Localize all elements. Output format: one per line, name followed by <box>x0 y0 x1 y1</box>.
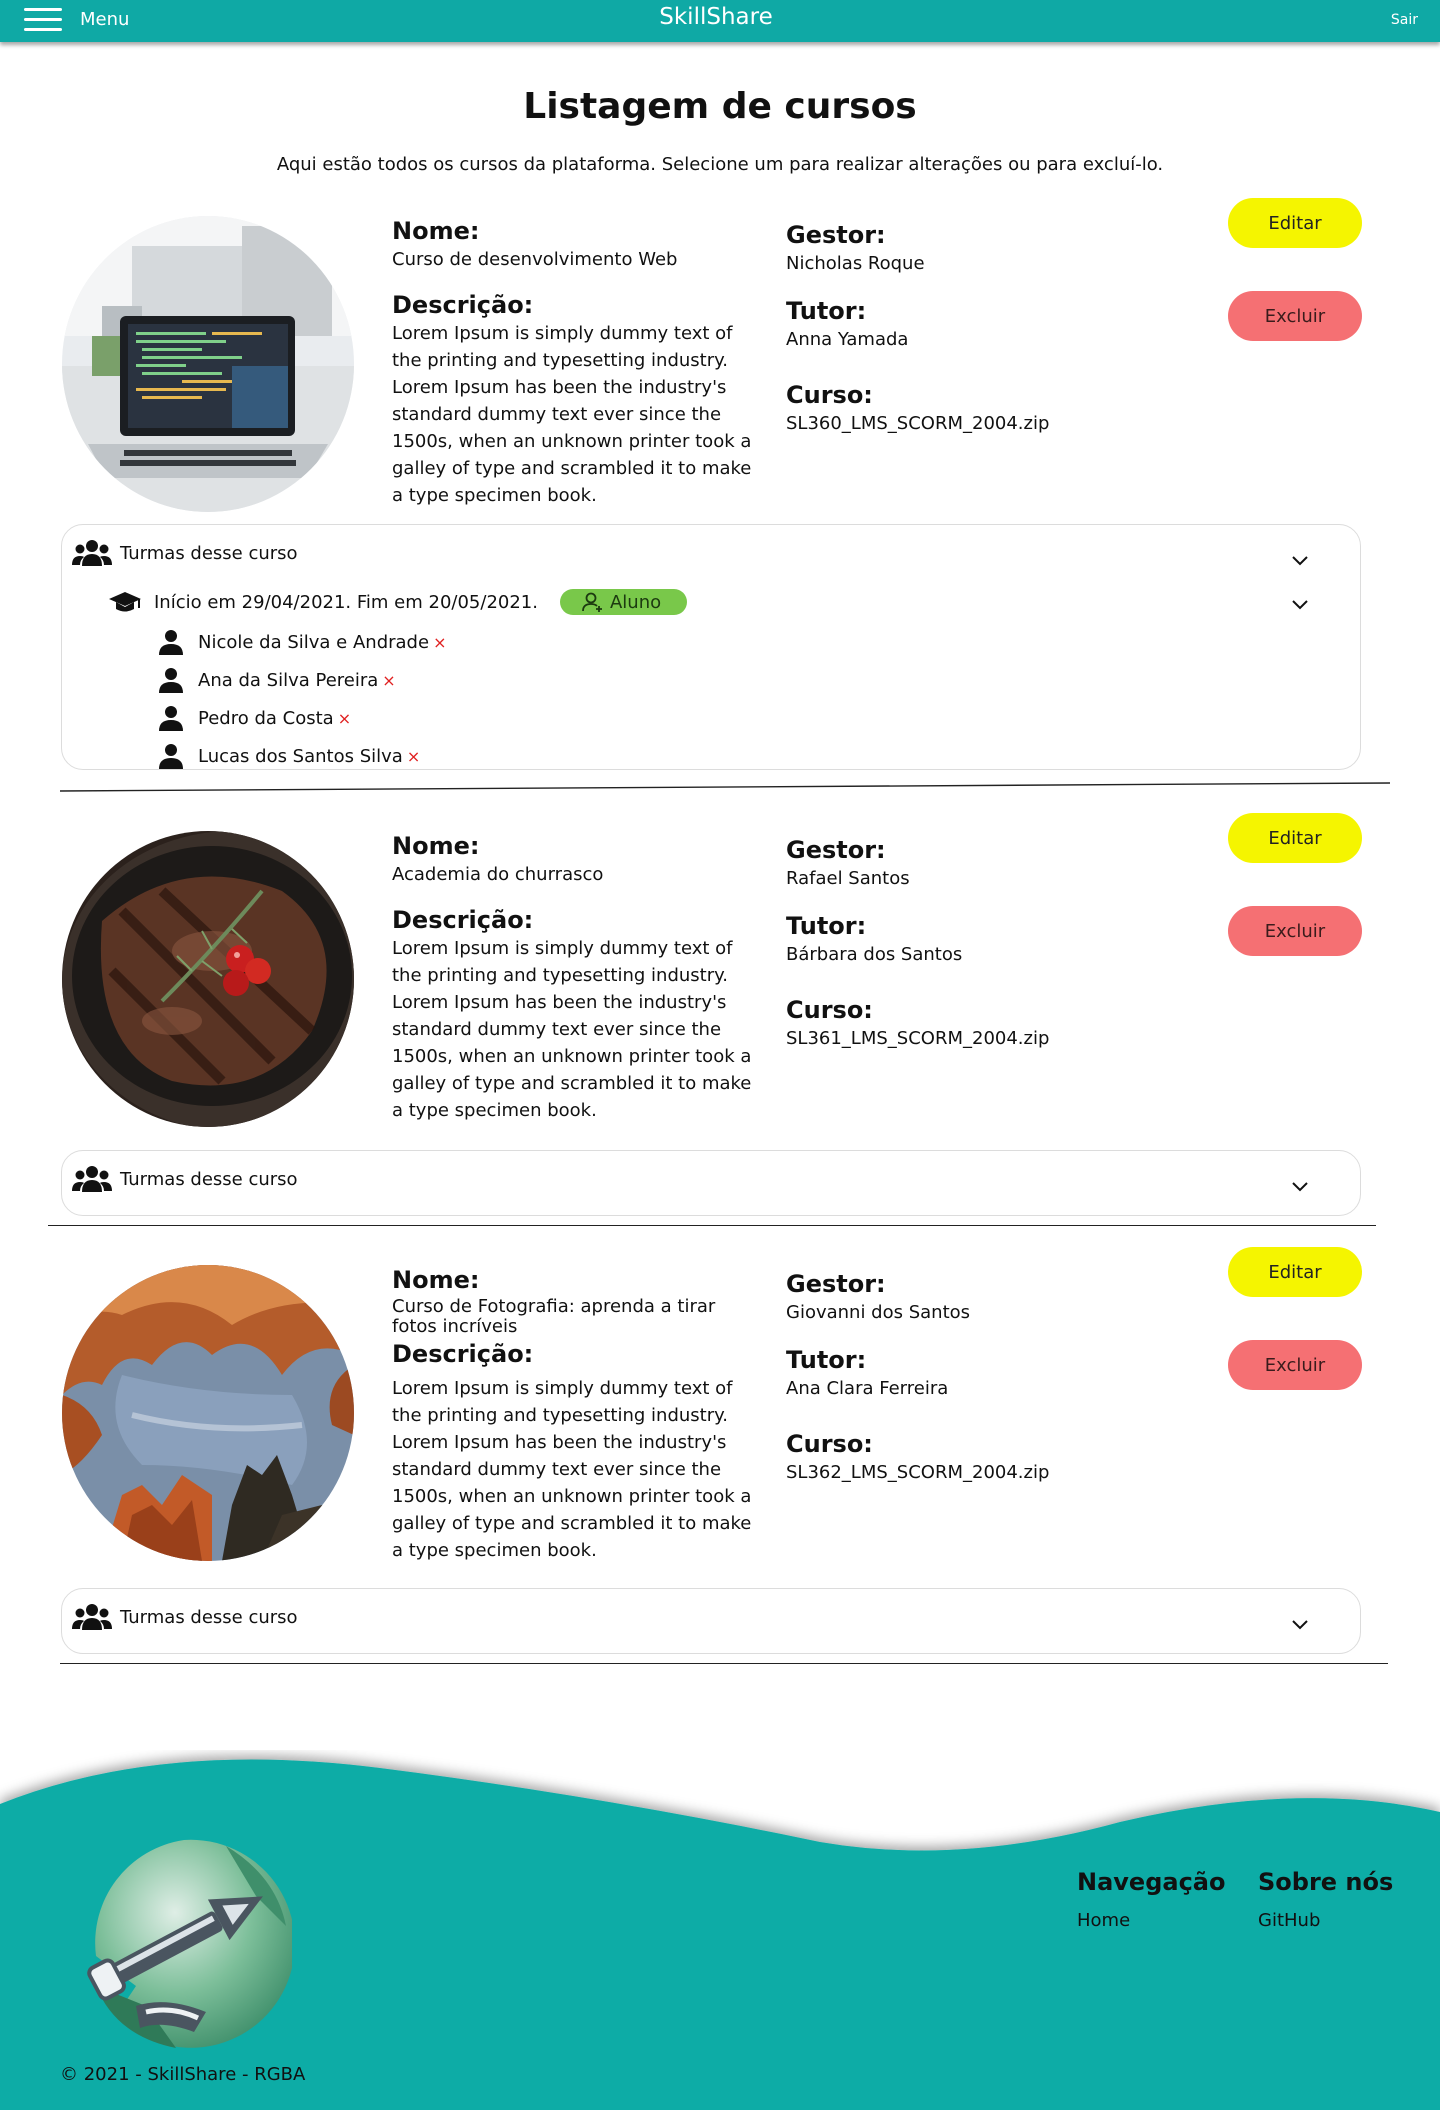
role-badge[interactable]: Aluno <box>559 589 688 615</box>
course-image-canyon <box>62 1265 354 1561</box>
class-period: Início em 29/04/2021. Fim em 20/05/2021. <box>154 591 538 613</box>
manager-name: Rafael Santos <box>786 868 910 889</box>
chevron-down-icon[interactable] <box>1291 1615 1309 1633</box>
edit-button[interactable]: Editar <box>1228 198 1362 248</box>
footer-nav-title: Navegação <box>1077 1868 1226 1896</box>
graduation-cap-icon <box>109 592 141 612</box>
course-name: Academia do churrasco <box>392 864 604 885</box>
section-divider <box>60 1663 1388 1664</box>
chevron-down-icon[interactable] <box>1291 1177 1309 1195</box>
footer-home-link[interactable]: Home <box>1077 1910 1130 1931</box>
tutor-label: Tutor: <box>786 1346 867 1374</box>
course-file-label: Curso: <box>786 381 873 409</box>
classes-toggle-label: Turmas desse curso <box>120 542 298 564</box>
section-divider <box>60 782 1390 792</box>
edit-button[interactable]: Editar <box>1228 813 1362 863</box>
student-name: Pedro da Costa <box>198 707 334 729</box>
student-item: Ana da Silva Pereira × <box>158 667 396 693</box>
edit-button[interactable]: Editar <box>1228 1247 1362 1297</box>
course-image-steak <box>62 831 354 1127</box>
course-card: Nome: Curso de Fotografia: aprenda a tir… <box>0 1247 1440 1667</box>
course-description: Lorem Ipsum is simply dummy text of the … <box>392 938 752 1121</box>
skillshare-logo-icon <box>87 1839 292 2048</box>
course-file-label: Curso: <box>786 1430 873 1458</box>
tutor-name: Anna Yamada <box>786 329 909 350</box>
course-file: SL362_LMS_SCORM_2004.zip <box>786 1462 1050 1483</box>
user-icon <box>159 744 183 769</box>
classes-panel: Turmas desse curso Início em 29/04/2021.… <box>61 524 1361 770</box>
course-card: Nome: Curso de desenvolvimento Web Descr… <box>0 198 1440 798</box>
remove-student-icon[interactable]: × <box>382 671 395 690</box>
chevron-down-icon[interactable] <box>1291 595 1309 613</box>
classes-panel: Turmas desse curso <box>61 1588 1361 1654</box>
brand-title: SkillShare <box>659 4 773 30</box>
manager-name: Nicholas Roque <box>786 253 925 274</box>
tutor-name: Ana Clara Ferreira <box>786 1378 949 1399</box>
course-file: SL360_LMS_SCORM_2004.zip <box>786 413 1050 434</box>
student-name: Nicole da Silva e Andrade <box>198 631 430 653</box>
student-item: Pedro da Costa × <box>158 705 351 731</box>
course-description-label: Descrição: <box>392 1340 534 1368</box>
classes-toggle[interactable]: Turmas desse curso <box>72 539 298 567</box>
student-name: Lucas dos Santos Silva <box>198 745 403 767</box>
top-navbar: Menu SkillShare Sair <box>0 0 1440 42</box>
course-description-label: Descrição: <box>392 291 534 319</box>
class-item[interactable]: Início em 29/04/2021. Fim em 20/05/2021.… <box>108 589 688 615</box>
user-plus-icon <box>582 592 602 612</box>
course-description-label: Descrição: <box>392 906 534 934</box>
remove-student-icon[interactable]: × <box>338 709 351 728</box>
student-item: Lucas dos Santos Silva × <box>158 743 420 769</box>
student-name: Ana da Silva Pereira <box>198 669 379 691</box>
manager-label: Gestor: <box>786 836 886 864</box>
student-item: Nicole da Silva e Andrade × <box>158 629 446 655</box>
role-badge-label: Aluno <box>609 591 662 613</box>
section-divider <box>48 1225 1376 1226</box>
course-image-laptop <box>62 216 354 512</box>
manager-label: Gestor: <box>786 221 886 249</box>
footer-copyright: © 2021 - SkillShare - RGBA <box>60 2064 306 2085</box>
page-title: Listagem de cursos <box>523 86 917 127</box>
tutor-name: Bárbara dos Santos <box>786 944 963 965</box>
remove-student-icon[interactable]: × <box>433 633 446 652</box>
delete-button[interactable]: Excluir <box>1228 906 1362 956</box>
course-description: Lorem Ipsum is simply dummy text of the … <box>392 1378 752 1561</box>
chevron-down-icon[interactable] <box>1291 551 1309 569</box>
user-icon <box>159 706 183 731</box>
tutor-label: Tutor: <box>786 297 867 325</box>
course-name: Curso de Fotografia: aprenda a tirar fot… <box>392 1296 716 1337</box>
course-name-label: Nome: <box>392 832 480 860</box>
delete-button[interactable]: Excluir <box>1228 1340 1362 1390</box>
course-name-label: Nome: <box>392 217 480 245</box>
classes-toggle-label: Turmas desse curso <box>120 1606 298 1628</box>
user-icon <box>159 668 183 693</box>
course-name-label: Nome: <box>392 1266 480 1294</box>
users-group-icon <box>72 540 112 566</box>
course-file-label: Curso: <box>786 996 873 1024</box>
user-icon <box>159 630 183 655</box>
classes-panel: Turmas desse curso <box>61 1150 1361 1216</box>
users-group-icon <box>72 1166 112 1192</box>
manager-name: Giovanni dos Santos <box>786 1302 971 1323</box>
course-card: Nome: Academia do churrasco Descrição: L… <box>0 813 1440 1233</box>
logout-link[interactable]: Sair <box>1391 12 1418 28</box>
classes-toggle-label: Turmas desse curso <box>120 1168 298 1190</box>
footer-about-title: Sobre nós <box>1258 1868 1394 1896</box>
classes-toggle[interactable]: Turmas desse curso <box>72 1603 298 1631</box>
course-name: Curso de desenvolvimento Web <box>392 249 678 270</box>
tutor-label: Tutor: <box>786 912 867 940</box>
classes-toggle[interactable]: Turmas desse curso <box>72 1165 298 1193</box>
remove-student-icon[interactable]: × <box>407 747 420 766</box>
footer: Navegação Home Sobre nós GitHub © 2021 -… <box>0 1750 1440 2110</box>
users-group-icon <box>72 1604 112 1630</box>
footer-github-link[interactable]: GitHub <box>1258 1910 1320 1931</box>
course-description: Lorem Ipsum is simply dummy text of the … <box>392 323 752 506</box>
manager-label: Gestor: <box>786 1270 886 1298</box>
page-subtitle: Aqui estão todos os cursos da plataforma… <box>276 154 1164 175</box>
delete-button[interactable]: Excluir <box>1228 291 1362 341</box>
course-file: SL361_LMS_SCORM_2004.zip <box>786 1028 1050 1049</box>
